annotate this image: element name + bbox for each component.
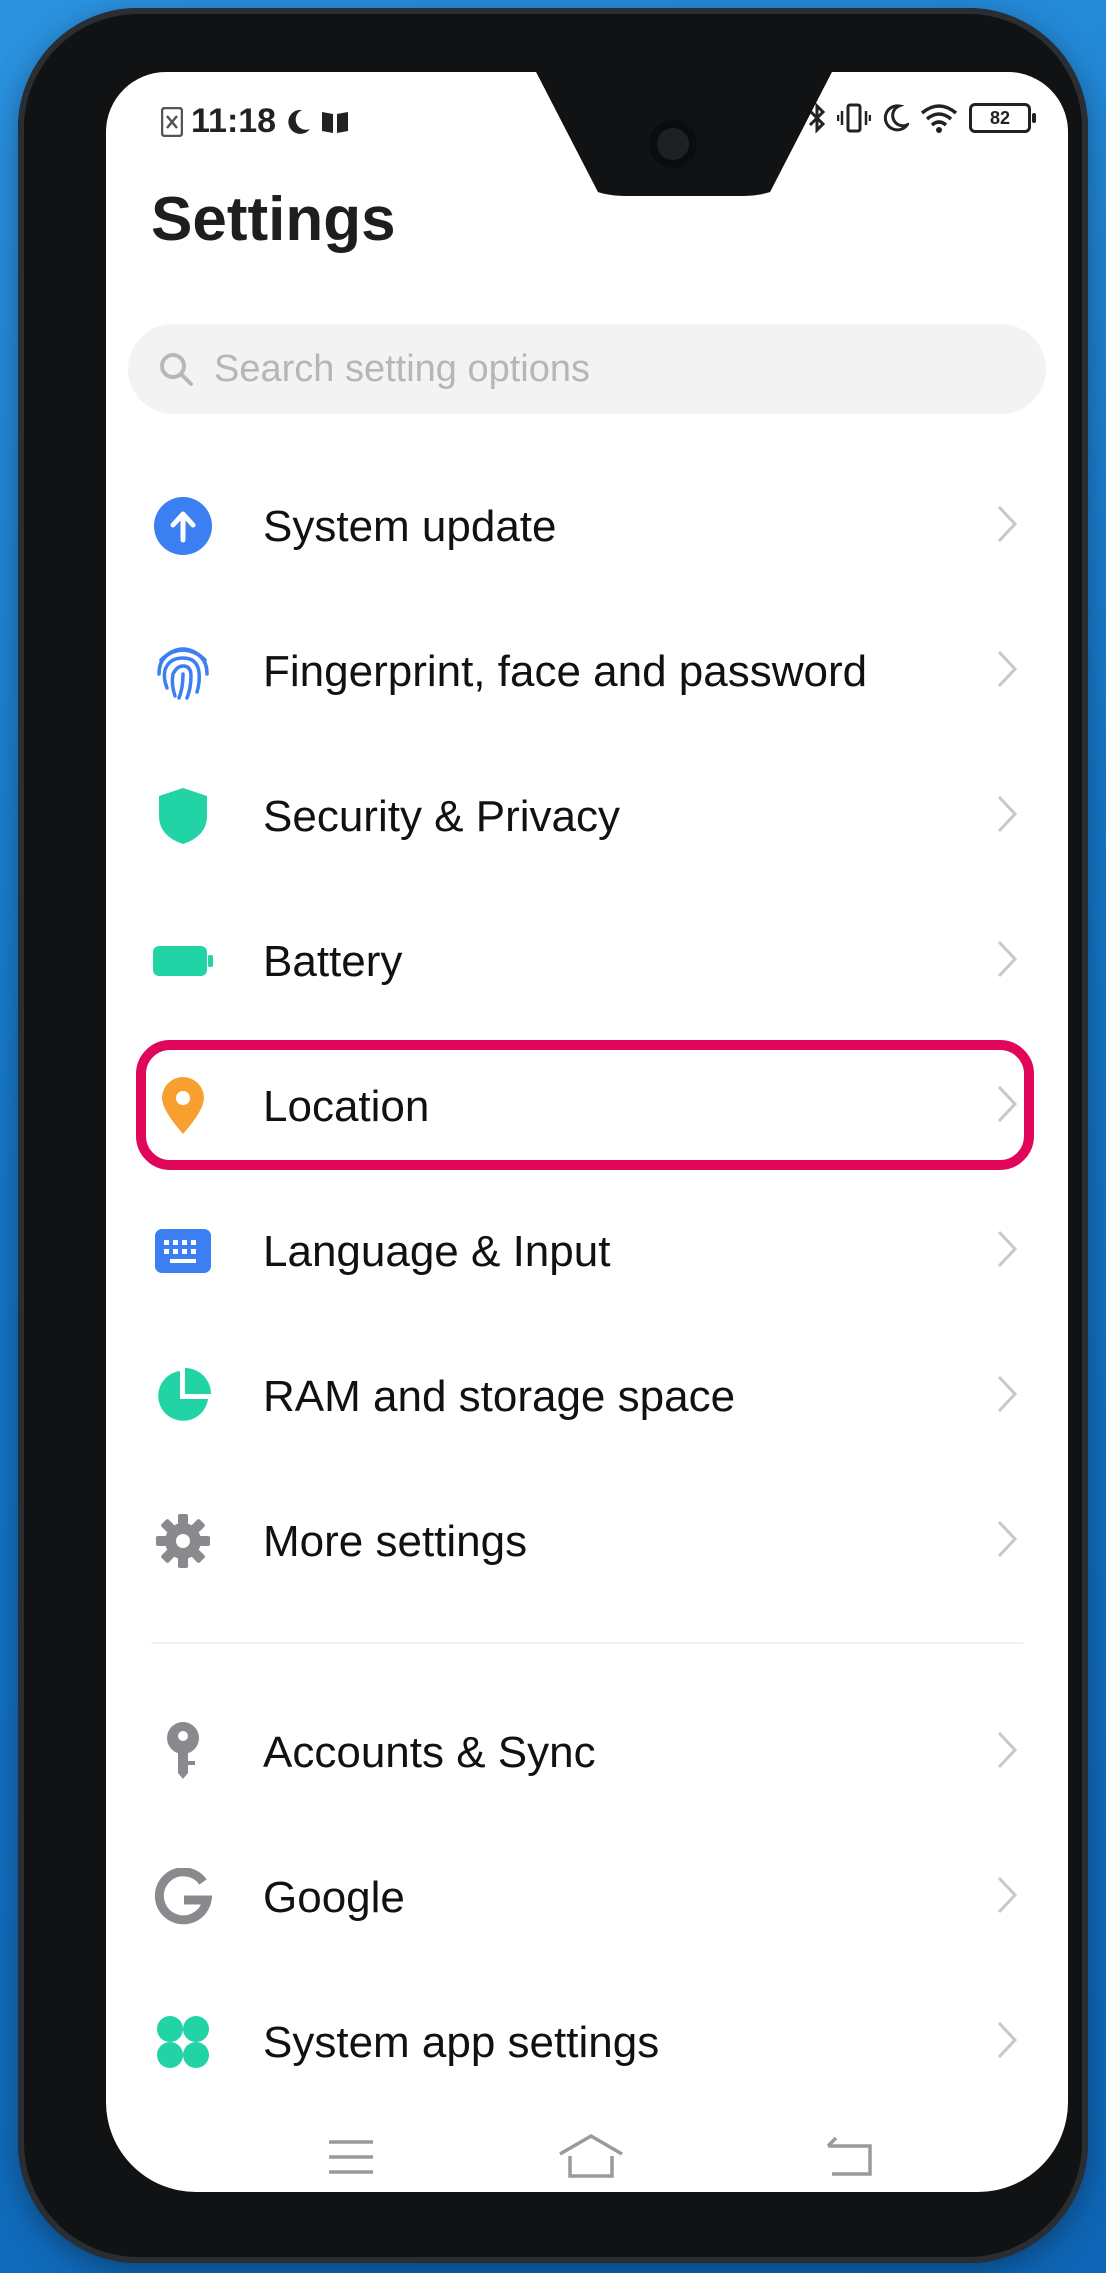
menu-icon[interactable] — [321, 2132, 381, 2182]
setting-accounts-sync[interactable]: Accounts & Sync — [106, 1678, 1068, 1823]
chevron-right-icon — [997, 1230, 1018, 1268]
screen: 11:18 82 Settings Sy — [106, 72, 1068, 2192]
chevron-right-icon — [997, 2021, 1018, 2059]
phone-frame: 11:18 82 Settings Sy — [18, 8, 1088, 2263]
chevron-right-icon — [997, 940, 1018, 978]
battery-icon — [151, 929, 215, 993]
chevron-right-icon — [997, 505, 1018, 543]
keyboard-icon — [151, 1219, 215, 1283]
setting-language-input[interactable]: Language & Input — [106, 1177, 1068, 1322]
apps-grid-icon — [151, 2010, 215, 2074]
setting-label: Language & Input — [263, 1227, 611, 1276]
google-icon — [151, 1865, 215, 1929]
key-icon — [151, 1720, 215, 1784]
chevron-right-icon — [997, 1520, 1018, 1558]
setting-label: Accounts & Sync — [263, 1728, 596, 1777]
status-time: 11:18 — [191, 102, 277, 140]
location-pin-icon — [151, 1074, 215, 1138]
setting-google[interactable]: Google — [106, 1823, 1068, 1968]
setting-label: System update — [263, 502, 557, 551]
setting-ram-storage[interactable]: RAM and storage space — [106, 1322, 1068, 1467]
setting-label: Google — [263, 1873, 405, 1922]
setting-label: Location — [263, 1082, 430, 1131]
pie-chart-icon — [151, 1364, 215, 1428]
fingerprint-icon — [151, 639, 215, 703]
chevron-right-icon — [997, 1731, 1018, 1769]
gear-icon — [151, 1509, 215, 1573]
sim-icon — [161, 106, 183, 137]
page-title: Settings — [151, 185, 396, 254]
setting-label: Fingerprint, face and password — [263, 647, 868, 696]
search-icon — [160, 353, 193, 386]
setting-fingerprint[interactable]: Fingerprint, face and password — [106, 597, 1068, 742]
setting-battery[interactable]: Battery — [106, 887, 1068, 1032]
shield-icon — [151, 784, 215, 848]
wifi-icon — [920, 104, 958, 133]
chevron-right-icon — [997, 1375, 1018, 1413]
setting-system-app-settings[interactable]: System app settings — [106, 1968, 1068, 2113]
setting-system-update[interactable]: System update — [106, 452, 1068, 597]
section-divider — [151, 1642, 1023, 1644]
setting-security-privacy[interactable]: Security & Privacy — [106, 742, 1068, 887]
book-icon — [322, 111, 349, 133]
battery-indicator: 82 — [969, 103, 1036, 133]
setting-location[interactable]: Location — [106, 1032, 1068, 1177]
setting-label: Battery — [263, 937, 403, 986]
navigation-bar — [106, 2132, 1068, 2192]
home-icon[interactable] — [556, 2132, 626, 2182]
chevron-right-icon — [997, 1085, 1018, 1123]
setting-label: RAM and storage space — [263, 1372, 736, 1421]
moon-icon — [883, 104, 909, 132]
arrow-up-circle-icon — [151, 494, 215, 558]
back-icon[interactable] — [818, 2132, 878, 2182]
chevron-right-icon — [997, 795, 1018, 833]
search-input[interactable] — [212, 346, 976, 392]
chevron-right-icon — [997, 1876, 1018, 1914]
vibrate-icon — [837, 103, 871, 133]
front-camera — [649, 120, 697, 168]
setting-label: Security & Privacy — [263, 792, 620, 841]
setting-label: System app settings — [263, 2018, 660, 2067]
setting-more-settings[interactable]: More settings — [106, 1467, 1068, 1612]
setting-label: More settings — [263, 1517, 528, 1566]
chevron-right-icon — [997, 650, 1018, 688]
moon-icon — [288, 109, 311, 134]
search-bar[interactable] — [128, 324, 1046, 414]
